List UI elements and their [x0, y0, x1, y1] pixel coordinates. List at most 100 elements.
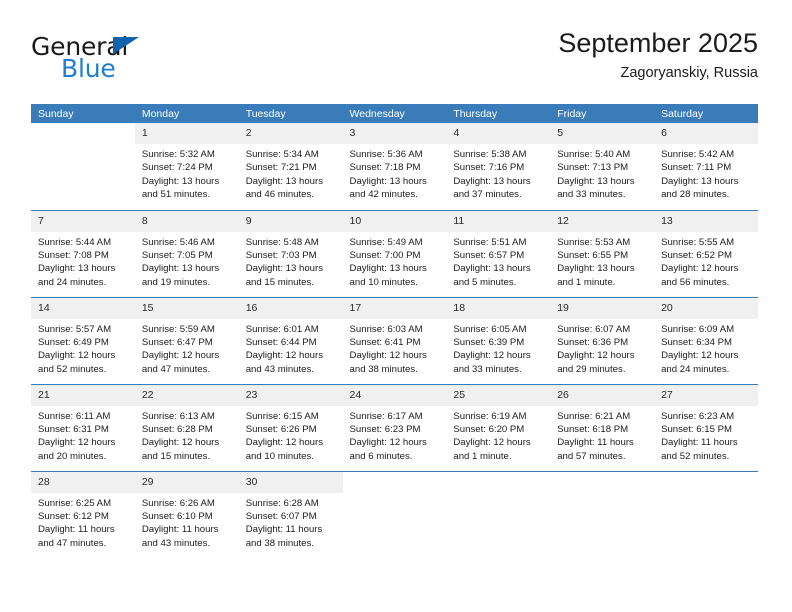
calendar-day-cell[interactable]: 26 Sunrise: 6:21 AM Sunset: 6:18 PM Dayligh… — [550, 383, 655, 471]
sunrise-text: Sunrise: 5:51 AM — [453, 236, 527, 248]
day-cell-inner: 11 Sunrise: 5:51 AM Sunset: 6:57 PM Dayligh… — [446, 210, 551, 297]
sunset-text: Sunset: 6:18 PM — [557, 423, 629, 435]
daylight-text-line1: Daylight: 12 hours — [557, 350, 635, 362]
day-details: Sunrise: 6:23 AM Sunset: 6:15 PM Daylight:… — [654, 406, 758, 464]
daylight-text-line2: and 46 minutes. — [245, 189, 314, 201]
sunset-text: Sunset: 6:49 PM — [38, 336, 109, 348]
day-details: Sunrise: 5:42 AM Sunset: 7:11 PM Daylight:… — [654, 144, 758, 202]
calendar-week-row: 7 Sunrise: 5:44 AM Sunset: 7:08 PM Daylight… — [31, 209, 758, 297]
calendar-day-cell[interactable]: 22 Sunrise: 6:13 AM Sunset: 6:28 PM Dayligh… — [134, 383, 239, 471]
calendar-day-cell[interactable]: 28 Sunrise: 6:25 AM Sunset: 6:12 PM Dayligh… — [31, 470, 135, 558]
calendar-day-cell[interactable]: 30 Sunrise: 6:28 AM Sunset: 6:07 PM Dayligh… — [238, 470, 343, 558]
calendar-day-cell[interactable]: 12 Sunrise: 5:53 AM Sunset: 6:55 PM Dayligh… — [550, 209, 655, 297]
calendar-day-cell[interactable]: 14 Sunrise: 5:57 AM Sunset: 6:49 PM Dayligh… — [31, 296, 135, 384]
daylight-text-line2: and 1 minute. — [557, 276, 616, 288]
day-cell-inner: 15 Sunrise: 5:59 AM Sunset: 6:47 PM Dayligh… — [134, 297, 239, 384]
calendar-day-cell[interactable]: 18 Sunrise: 6:05 AM Sunset: 6:39 PM Dayligh… — [446, 296, 551, 384]
daylight-text-line2: and 33 minutes. — [557, 189, 626, 201]
day-number: 5 — [550, 123, 655, 144]
calendar-day-cell[interactable]: 3 Sunrise: 5:36 AM Sunset: 7:18 PM Daylight… — [342, 123, 447, 210]
sunrise-text: Sunrise: 6:11 AM — [38, 410, 111, 422]
day-cell-inner: 17 Sunrise: 6:03 AM Sunset: 6:41 PM Dayligh… — [342, 297, 447, 384]
weekday-header-row: Sunday Monday Tuesday Wednesday Thursday… — [31, 104, 758, 123]
calendar-day-cell[interactable]: 15 Sunrise: 5:59 AM Sunset: 6:47 PM Dayligh… — [134, 296, 239, 384]
day-number: 7 — [31, 210, 135, 232]
calendar-day-cell[interactable]: 11 Sunrise: 5:51 AM Sunset: 6:57 PM Dayligh… — [446, 209, 551, 297]
calendar-day-cell[interactable]: 25 Sunrise: 6:19 AM Sunset: 6:20 PM Dayligh… — [446, 383, 551, 471]
daylight-text-line1: Daylight: 13 hours — [453, 175, 531, 187]
sunset-text: Sunset: 7:21 PM — [245, 162, 317, 174]
calendar-day-cell[interactable]: 6 Sunrise: 5:42 AM Sunset: 7:11 PM Daylight… — [654, 123, 758, 210]
daylight-text-line1: Daylight: 12 hours — [38, 437, 116, 449]
daylight-text-line2: and 38 minutes. — [349, 363, 418, 375]
daylight-text-line1: Daylight: 13 hours — [453, 263, 531, 275]
calendar-day-cell[interactable]: 7 Sunrise: 5:44 AM Sunset: 7:08 PM Daylight… — [31, 209, 135, 297]
daylight-text-line1: Daylight: 13 hours — [557, 175, 635, 187]
day-details: Sunrise: 6:01 AM Sunset: 6:44 PM Daylight:… — [239, 319, 343, 377]
day-number: 24 — [342, 384, 447, 406]
daylight-text-line2: and 10 minutes. — [245, 450, 314, 462]
day-number — [550, 472, 654, 493]
calendar-day-cell[interactable]: 9 Sunrise: 5:48 AM Sunset: 7:03 PM Daylight… — [238, 209, 343, 297]
calendar-day-cell[interactable]: 4 Sunrise: 5:38 AM Sunset: 7:16 PM Daylight… — [446, 123, 551, 210]
daylight-text-line1: Daylight: 13 hours — [245, 263, 324, 275]
sunset-text: Sunset: 6:31 PM — [38, 423, 109, 435]
daylight-text-line2: and 6 minutes. — [349, 450, 413, 462]
calendar-day-cell[interactable]: 20 Sunrise: 6:09 AM Sunset: 6:34 PM Dayligh… — [654, 296, 758, 384]
day-number: 30 — [238, 471, 343, 493]
sunrise-text: Sunrise: 5:59 AM — [141, 323, 215, 335]
daylight-text-line2: and 38 minutes. — [245, 537, 314, 549]
day-number: 8 — [134, 210, 239, 232]
calendar-day-cell[interactable]: 27 Sunrise: 6:23 AM Sunset: 6:15 PM Dayligh… — [654, 383, 758, 471]
calendar-body: 1 Sunrise: 5:32 AM Sunset: 7:24 PM Daylight… — [31, 123, 758, 558]
daylight-text-line2: and 29 minutes. — [557, 363, 626, 375]
day-cell-inner: 9 Sunrise: 5:48 AM Sunset: 7:03 PM Daylight… — [238, 210, 343, 297]
daylight-text-line1: Daylight: 12 hours — [245, 350, 324, 362]
calendar-day-cell[interactable]: 16 Sunrise: 6:01 AM Sunset: 6:44 PM Dayligh… — [238, 296, 343, 384]
daylight-text-line2: and 37 minutes. — [453, 189, 522, 201]
day-details: Sunrise: 5:59 AM Sunset: 6:47 PM Daylight:… — [135, 319, 239, 377]
calendar-day-cell[interactable]: 23 Sunrise: 6:15 AM Sunset: 6:26 PM Dayligh… — [238, 383, 343, 471]
calendar-day-cell[interactable]: 19 Sunrise: 6:07 AM Sunset: 6:36 PM Dayligh… — [550, 296, 655, 384]
daylight-text-line2: and 42 minutes. — [349, 189, 418, 201]
sunrise-text: Sunrise: 6:25 AM — [38, 497, 112, 509]
daylight-text-line1: Daylight: 12 hours — [661, 350, 739, 362]
calendar-day-cell[interactable]: 29 Sunrise: 6:26 AM Sunset: 6:10 PM Dayligh… — [134, 470, 239, 559]
day-number: 11 — [446, 210, 551, 232]
calendar-day-cell[interactable]: 5 Sunrise: 5:40 AM Sunset: 7:13 PM Daylight… — [550, 123, 655, 210]
calendar-week-row: 21 Sunrise: 6:11 AM Sunset: 6:31 PM Dayligh… — [31, 383, 758, 471]
sunset-text: Sunset: 7:16 PM — [453, 162, 525, 174]
calendar-day-cell[interactable]: 17 Sunrise: 6:03 AM Sunset: 6:41 PM Dayligh… — [342, 296, 447, 384]
calendar-day-cell[interactable]: 1 Sunrise: 5:32 AM Sunset: 7:24 PM Daylight… — [134, 123, 239, 210]
daylight-text-line1: Daylight: 12 hours — [349, 437, 427, 449]
day-number: 20 — [654, 297, 758, 319]
day-cell-inner: 2 Sunrise: 5:34 AM Sunset: 7:21 PM Daylight… — [238, 123, 343, 210]
calendar-cell-empty — [31, 123, 135, 210]
sunrise-text: Sunrise: 6:07 AM — [557, 323, 631, 335]
calendar-table: Sunday Monday Tuesday Wednesday Thursday… — [31, 104, 758, 558]
daylight-text-line1: Daylight: 12 hours — [245, 437, 324, 449]
day-details: Sunrise: 6:13 AM Sunset: 6:28 PM Daylight:… — [135, 406, 239, 464]
generalblue-logo[interactable]: General Blue — [31, 32, 231, 86]
calendar-day-cell[interactable]: 10 Sunrise: 5:49 AM Sunset: 7:00 PM Dayligh… — [342, 209, 447, 297]
day-cell-inner: 22 Sunrise: 6:13 AM Sunset: 6:28 PM Dayligh… — [134, 384, 239, 471]
day-cell-inner: 7 Sunrise: 5:44 AM Sunset: 7:08 PM Daylight… — [31, 210, 135, 297]
page-header: General Blue September 2025 Zagoryanskiy… — [31, 26, 758, 88]
calendar-page: General Blue September 2025 Zagoryanskiy… — [0, 0, 792, 612]
daylight-text-line1: Daylight: 12 hours — [661, 263, 739, 275]
sunrise-text: Sunrise: 5:53 AM — [557, 236, 631, 248]
day-cell-inner: 29 Sunrise: 6:26 AM Sunset: 6:10 PM Dayligh… — [134, 471, 239, 559]
calendar-day-cell[interactable]: 21 Sunrise: 6:11 AM Sunset: 6:31 PM Dayligh… — [31, 383, 135, 471]
daylight-text-line1: Daylight: 13 hours — [349, 175, 427, 187]
calendar-day-cell[interactable]: 8 Sunrise: 5:46 AM Sunset: 7:05 PM Daylight… — [134, 209, 239, 297]
calendar-cell-empty — [654, 470, 758, 558]
sunrise-text: Sunrise: 5:57 AM — [38, 323, 112, 335]
day-details: Sunrise: 6:25 AM Sunset: 6:12 PM Daylight:… — [31, 493, 135, 551]
calendar-day-cell[interactable]: 2 Sunrise: 5:34 AM Sunset: 7:21 PM Daylight… — [238, 123, 343, 210]
sunset-text: Sunset: 6:34 PM — [661, 336, 732, 348]
daylight-text-line2: and 24 minutes. — [661, 363, 730, 375]
sunset-text: Sunset: 6:39 PM — [453, 336, 525, 348]
calendar-day-cell[interactable]: 24 Sunrise: 6:17 AM Sunset: 6:23 PM Dayligh… — [342, 383, 447, 471]
day-number: 1 — [134, 123, 239, 144]
calendar-day-cell[interactable]: 13 Sunrise: 5:55 AM Sunset: 6:52 PM Dayligh… — [654, 209, 758, 297]
